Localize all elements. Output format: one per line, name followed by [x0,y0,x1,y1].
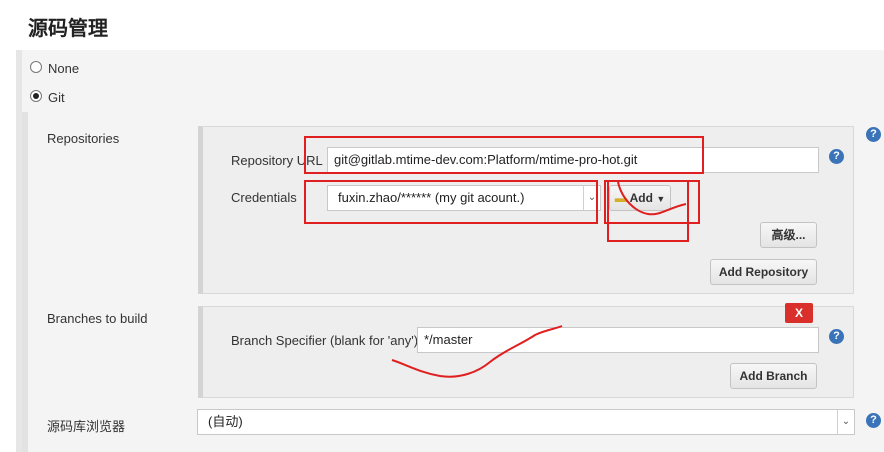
annotation-scribble-add [617,181,687,216]
annotation-scribble-branch [391,325,563,378]
annotation-scribbles [391,181,687,378]
